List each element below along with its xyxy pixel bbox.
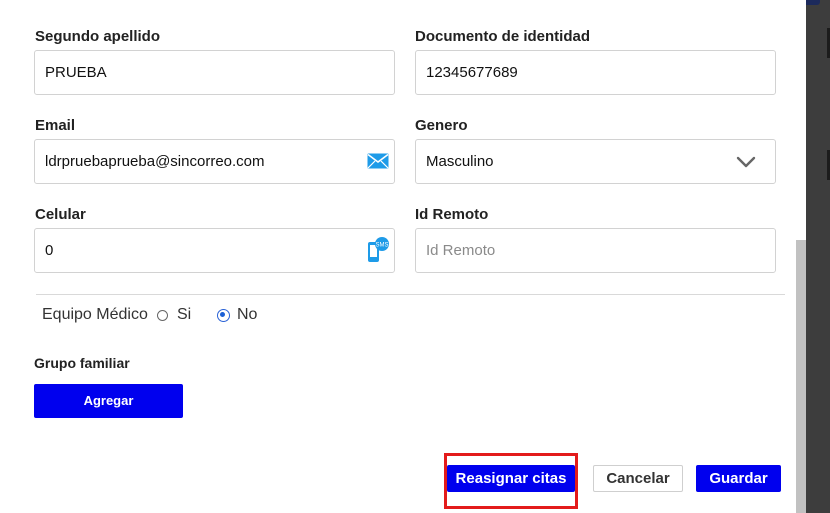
highlight-box	[444, 453, 578, 509]
celular-value: 0	[45, 242, 54, 259]
sms-phone-icon: SMS	[365, 236, 391, 268]
id-remoto-input[interactable]: Id Remoto	[415, 228, 776, 273]
scrollbar-thumb[interactable]	[796, 240, 806, 513]
radio-no-label[interactable]: No	[237, 306, 257, 324]
documento-value: 12345677689	[426, 64, 518, 81]
documento-input[interactable]: 12345677689	[415, 50, 776, 95]
email-label: Email	[35, 117, 76, 134]
edit-patient-modal: Segundo apellido PRUEBA Documento de ide…	[0, 0, 806, 513]
chevron-down-icon	[736, 155, 756, 172]
background-page-strip	[806, 0, 830, 513]
svg-text:SMS: SMS	[375, 243, 388, 249]
celular-label: Celular	[35, 206, 86, 223]
genero-value: Masculino	[426, 153, 494, 170]
save-button[interactable]: Guardar	[696, 465, 781, 492]
radio-si[interactable]	[157, 310, 168, 321]
genero-label: Genero	[415, 117, 468, 134]
radio-no[interactable]	[217, 309, 230, 322]
segundo-apellido-label: Segundo apellido	[35, 28, 161, 45]
email-input[interactable]: ldrpruebaprueba@sincorreo.com	[34, 139, 395, 184]
segundo-apellido-value: PRUEBA	[45, 64, 107, 81]
section-divider	[36, 294, 785, 295]
celular-input[interactable]: 0 SMS	[34, 228, 395, 273]
envelope-icon	[367, 153, 389, 173]
cancel-button[interactable]: Cancelar	[593, 465, 683, 492]
radio-si-label[interactable]: Si	[177, 306, 191, 324]
email-value: ldrpruebaprueba@sincorreo.com	[45, 153, 265, 170]
id-remoto-placeholder: Id Remoto	[426, 242, 496, 259]
equipo-medico-label: Equipo Médico	[42, 306, 148, 323]
grupo-familiar-label: Grupo familiar	[34, 355, 130, 371]
id-remoto-label: Id Remoto	[415, 206, 489, 223]
segundo-apellido-input[interactable]: PRUEBA	[34, 50, 395, 95]
agregar-button[interactable]: Agregar	[34, 384, 183, 418]
genero-select[interactable]: Masculino	[415, 139, 776, 184]
documento-label: Documento de identidad	[415, 28, 591, 45]
